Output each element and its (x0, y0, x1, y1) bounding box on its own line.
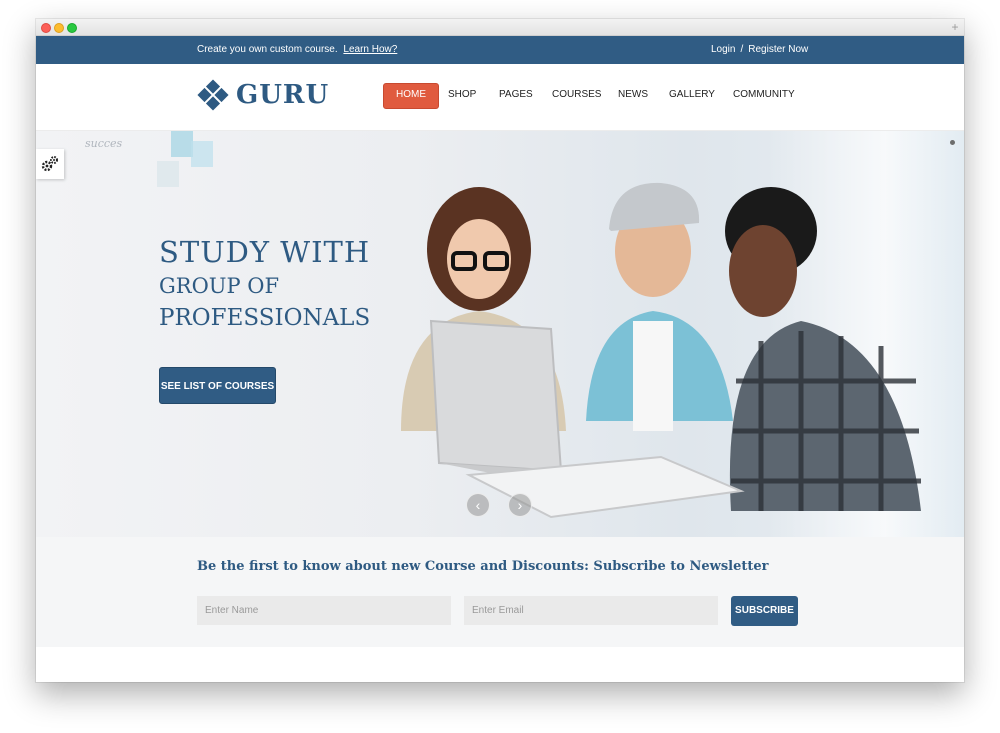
nav-community[interactable]: COMMUNITY (733, 83, 795, 107)
promo-message: Create you own custom course. Learn How? (197, 44, 397, 55)
minimize-window-icon[interactable] (54, 23, 64, 33)
slider-next-arrow-icon[interactable]: › (508, 493, 532, 517)
nav-courses[interactable]: COURSES (552, 83, 601, 107)
top-bar: Create you own custom course. Learn How?… (36, 36, 964, 64)
hero-heading: STUDY WITH GROUP OF PROFESSIONALS (159, 234, 370, 334)
auth-separator: / (740, 44, 744, 55)
learn-how-link[interactable]: Learn How? (343, 44, 397, 55)
subscribe-button[interactable]: SUBSCRIBE (731, 596, 798, 626)
gears-icon (41, 156, 58, 172)
nav-gallery[interactable]: GALLERY (669, 83, 715, 107)
board-scribble: succes (85, 137, 123, 150)
newsletter-title: Be the first to know about new Course an… (197, 559, 769, 574)
diamond-logo-icon (197, 79, 229, 111)
hero-title-line-3: PROFESSIONALS (159, 305, 371, 331)
nav-news[interactable]: NEWS (618, 83, 648, 107)
login-link[interactable]: Login (711, 44, 735, 55)
register-link[interactable]: Register Now (748, 44, 808, 55)
hero-title-line-2: GROUP OF (159, 274, 280, 298)
hero-slider: succes STUDY WITH GROUP OF PROFESSIONALS… (36, 131, 964, 537)
logo-text: GURU (236, 80, 330, 110)
nav-pages[interactable]: PAGES (499, 83, 533, 107)
see-courses-button[interactable]: SEE LIST OF COURSES (159, 367, 276, 404)
plus-icon[interactable]: + (949, 21, 961, 33)
site-header: GURU HOME SHOP PAGES COURSES NEWS GALLER… (36, 64, 964, 131)
slider-prev-arrow-icon[interactable]: ‹ (466, 493, 490, 517)
browser-chrome: + (36, 19, 964, 36)
sticky-note (191, 141, 213, 167)
page-footer-area (36, 647, 964, 682)
hero-title-line-1: STUDY WITH (159, 235, 371, 269)
nav-shop[interactable]: SHOP (448, 83, 476, 107)
sticky-note (171, 131, 193, 157)
nav-home[interactable]: HOME (383, 83, 439, 109)
email-input[interactable] (464, 596, 718, 625)
whiteboard-decoration: succes (71, 131, 221, 201)
auth-links: Login / Register Now (711, 44, 808, 55)
hero-photo-illustration (401, 182, 921, 519)
close-window-icon[interactable] (41, 23, 51, 33)
settings-panel-toggle[interactable] (36, 149, 64, 179)
name-input[interactable] (197, 596, 451, 625)
newsletter-section: Be the first to know about new Course an… (36, 537, 964, 648)
slider-pagination-dot[interactable] (950, 140, 955, 145)
maximize-window-icon[interactable] (67, 23, 77, 33)
browser-window: + Create you own custom course. Learn Ho… (36, 19, 964, 682)
sticky-note (157, 161, 179, 187)
promo-text: Create you own custom course. (197, 44, 338, 55)
